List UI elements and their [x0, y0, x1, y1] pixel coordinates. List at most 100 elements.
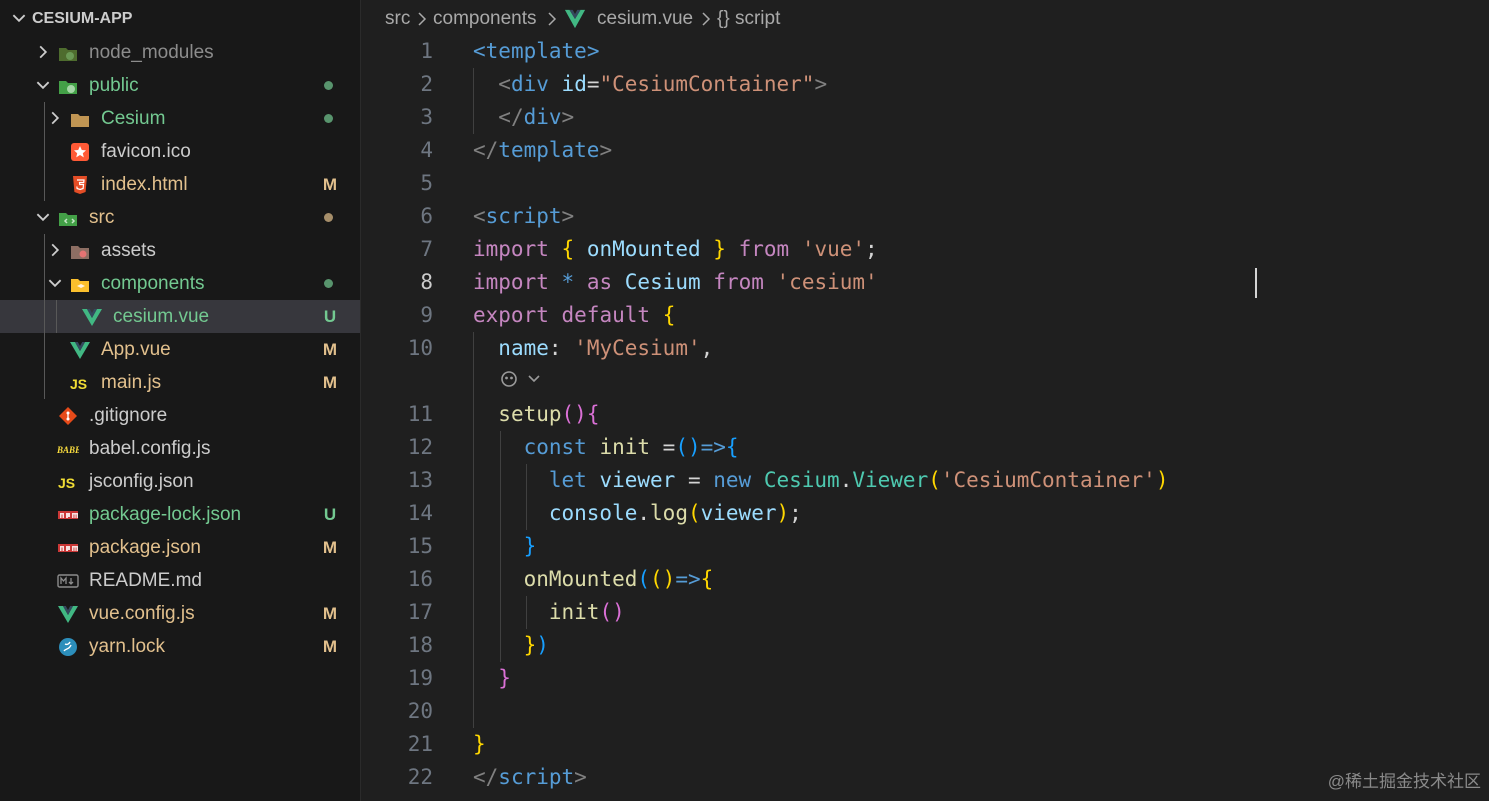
tree-item-label: package-lock.json [89, 504, 242, 525]
chevron-down-icon[interactable] [34, 208, 52, 226]
tree-item[interactable]: public [0, 69, 360, 102]
code-line[interactable]: 22 </script> [361, 761, 1489, 794]
babel-icon: BABEL [57, 445, 79, 455]
code-token: { [700, 567, 714, 591]
chevron-right-icon [702, 12, 711, 26]
code-text: let viewer = new Cesium.Viewer('CesiumCo… [473, 464, 1169, 497]
tree-item[interactable]: JS jsconfig.json [0, 465, 360, 498]
code-token: ) [776, 501, 790, 525]
git-status-badge: U [323, 307, 337, 326]
line-number: 5 [420, 171, 433, 195]
tree-item[interactable]: JS main.js M [0, 366, 360, 399]
code-line[interactable]: 2 <div id="CesiumContainer"> [361, 68, 1489, 101]
code-token: viewer [700, 501, 777, 525]
code-line[interactable]: 1 <template> [361, 35, 1489, 68]
tree-item[interactable]: favicon.ico [0, 135, 360, 168]
code-line[interactable]: 12 const init =()=>{ [361, 431, 1489, 464]
code-line[interactable]: 9 export default { [361, 299, 1489, 332]
code-token: > [561, 105, 575, 129]
code-token: { [586, 402, 600, 426]
code-token: console [548, 501, 638, 525]
indent-guide [473, 365, 474, 398]
breadcrumb-components[interactable]: components [433, 0, 537, 38]
chevron-down-icon[interactable] [10, 9, 28, 27]
code-line[interactable]: 3 </div> [361, 101, 1489, 134]
chevron-right-icon[interactable] [34, 43, 52, 61]
tree-item[interactable]: components [0, 267, 360, 300]
tree-item[interactable]: assets [0, 234, 360, 267]
code-line[interactable]: 13 let viewer = new Cesium.Viewer('Cesiu… [361, 464, 1489, 497]
code-line[interactable]: 8 import * as Cesium from 'cesium' [361, 266, 1489, 299]
code-line[interactable]: 17 init() [361, 596, 1489, 629]
code-token: ; [789, 501, 802, 525]
code-line[interactable]: 15 } [361, 530, 1489, 563]
breadcrumb: src components cesium.vue {} script [361, 0, 1489, 38]
tree-item[interactable]: .gitignore [0, 399, 360, 432]
tree-item[interactable]: BABEL babel.config.js [0, 432, 360, 465]
code-line[interactable]: 20 [361, 695, 1489, 728]
tree-item[interactable]: yarn.lock M [0, 630, 360, 663]
line-number: 22 [407, 765, 433, 789]
code-line[interactable]: 14 console.log(viewer); [361, 497, 1489, 530]
code-line[interactable]: 6 <script> [361, 200, 1489, 233]
code-line[interactable]: 10 name: 'MyCesium', [361, 332, 1489, 365]
code-token: () [675, 435, 701, 459]
code-line[interactable]: 7 import { onMounted } from 'vue'; [361, 233, 1489, 266]
line-number: 15 [407, 534, 433, 558]
code-line[interactable]: 19 } [361, 662, 1489, 695]
tree-item[interactable]: package-lock.json U [0, 498, 360, 531]
tree-item[interactable]: package.json M [0, 531, 360, 564]
tree-item-label: index.html [101, 174, 188, 195]
tree-item-label: assets [101, 240, 156, 261]
chevron-right-icon[interactable] [46, 241, 64, 259]
chevron-right-icon [418, 12, 427, 26]
code-line[interactable]: 18 }) [361, 629, 1489, 662]
tree-item[interactable]: README.md [0, 564, 360, 597]
explorer-title[interactable]: CESIUM-APP [32, 8, 132, 30]
git-status-badge: M [322, 637, 338, 656]
code-text: name: 'MyCesium', [473, 332, 713, 365]
breadcrumb-symbol[interactable]: {} script [717, 0, 780, 38]
copilot-icon[interactable] [499, 368, 545, 390]
code-line[interactable]: 11 setup(){ [361, 398, 1489, 431]
code-line[interactable]: 21} [361, 728, 1489, 761]
tree-item[interactable]: Cesium [0, 102, 360, 135]
vue-icon [58, 606, 78, 623]
code-token: ( [928, 468, 941, 492]
code-editor[interactable]: src components cesium.vue {} script 1 <te… [361, 0, 1489, 801]
chevron-right-icon[interactable] [46, 109, 64, 127]
tree-item[interactable]: App.vue M [0, 333, 360, 366]
code-line[interactable]: 16 onMounted(()=>{ [361, 563, 1489, 596]
tree-item[interactable]: index.html M [0, 168, 360, 201]
indent-guide [473, 695, 474, 728]
chevron-down-icon[interactable] [46, 274, 64, 292]
tree-item[interactable]: node_modules [0, 36, 360, 69]
code-line[interactable]: 5 [361, 167, 1489, 200]
favicon-icon [71, 143, 89, 161]
line-number: 17 [407, 600, 433, 624]
html5-icon [73, 176, 87, 194]
git-status-badge: M [322, 604, 338, 623]
tree-item[interactable]: vue.config.js M [0, 597, 360, 630]
breadcrumb-file[interactable]: cesium.vue [597, 0, 693, 38]
tree-item-label: yarn.lock [89, 636, 166, 657]
code-line[interactable]: 4 </template> [361, 134, 1489, 167]
breadcrumb-src[interactable]: src [385, 0, 410, 38]
code-token: id [561, 72, 587, 96]
tree-item[interactable]: cesium.vue U [0, 300, 360, 333]
code-token: default [561, 303, 651, 327]
chevron-down-icon[interactable] [34, 76, 52, 94]
tree-item-label: jsconfig.json [89, 471, 194, 492]
code-token: ( [687, 501, 701, 525]
tree-item[interactable]: src [0, 201, 360, 234]
indent-guide [44, 168, 45, 201]
git-status-dot [324, 114, 333, 123]
git-status-dot [324, 81, 333, 90]
